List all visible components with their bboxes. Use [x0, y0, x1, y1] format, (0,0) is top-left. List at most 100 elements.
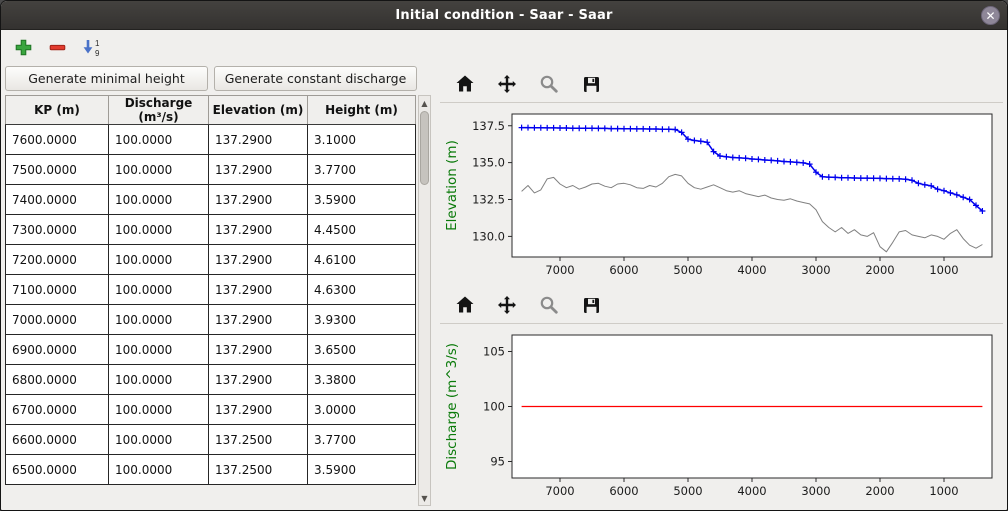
- table-cell[interactable]: 6800.0000: [6, 365, 109, 395]
- add-row-button[interactable]: [9, 34, 37, 62]
- svg-text:4000: 4000: [737, 484, 766, 498]
- table-cell[interactable]: 7000.0000: [6, 305, 109, 335]
- scroll-down-icon[interactable]: ▼: [419, 491, 430, 505]
- table-cell[interactable]: 100.0000: [109, 155, 209, 185]
- table-row[interactable]: 7500.0000100.0000137.29003.7700: [6, 155, 416, 185]
- table-cell[interactable]: 3.1000: [308, 125, 416, 155]
- generate-minimal-height-button[interactable]: Generate minimal height: [5, 66, 208, 91]
- table-row[interactable]: 7200.0000100.0000137.29004.6100: [6, 245, 416, 275]
- table-cell[interactable]: 7100.0000: [6, 275, 109, 305]
- table-cell[interactable]: 6700.0000: [6, 395, 109, 425]
- elevation-plot-section: 7000600050004000300020001000130.0132.513…: [440, 66, 1003, 287]
- table-cell[interactable]: 6600.0000: [6, 425, 109, 455]
- table-cell[interactable]: 100.0000: [109, 365, 209, 395]
- table-cell[interactable]: 7500.0000: [6, 155, 109, 185]
- pan-icon: [497, 295, 517, 315]
- table-cell[interactable]: 137.2900: [209, 365, 308, 395]
- home-button[interactable]: [452, 292, 478, 318]
- table-cell[interactable]: 7300.0000: [6, 215, 109, 245]
- scroll-up-icon[interactable]: ▲: [419, 96, 430, 110]
- table-cell[interactable]: 100.0000: [109, 425, 209, 455]
- table-cell[interactable]: 6500.0000: [6, 455, 109, 485]
- table-row[interactable]: 6800.0000100.0000137.29003.3800: [6, 365, 416, 395]
- save-button[interactable]: [578, 71, 604, 97]
- table-cell[interactable]: 137.2900: [209, 215, 308, 245]
- initial-condition-table: KP (m)Discharge (m³/s)Elevation (m)Heigh…: [5, 95, 416, 485]
- table-cell[interactable]: 137.2500: [209, 455, 308, 485]
- svg-text:3000: 3000: [801, 484, 830, 498]
- table-row[interactable]: 7300.0000100.0000137.29004.4500: [6, 215, 416, 245]
- svg-text:7000: 7000: [545, 484, 574, 498]
- table-cell[interactable]: 137.2900: [209, 305, 308, 335]
- table-cell[interactable]: 4.4500: [308, 215, 416, 245]
- table-cell[interactable]: 3.6500: [308, 335, 416, 365]
- table-row[interactable]: 6500.0000100.0000137.25003.5900: [6, 455, 416, 485]
- column-header[interactable]: Discharge (m³/s): [109, 96, 209, 125]
- column-header[interactable]: Height (m): [308, 96, 416, 125]
- home-button[interactable]: [452, 71, 478, 97]
- table-cell[interactable]: 100.0000: [109, 275, 209, 305]
- pan-button[interactable]: [494, 292, 520, 318]
- scrollbar-track[interactable]: [419, 110, 430, 491]
- svg-text:6000: 6000: [609, 263, 638, 277]
- table-cell[interactable]: 100.0000: [109, 185, 209, 215]
- column-header[interactable]: Elevation (m): [209, 96, 308, 125]
- table-cell[interactable]: 100.0000: [109, 455, 209, 485]
- table-row[interactable]: 7000.0000100.0000137.29003.9300: [6, 305, 416, 335]
- table-cell[interactable]: 7200.0000: [6, 245, 109, 275]
- discharge-plot-toolbar: [440, 287, 1003, 324]
- column-header[interactable]: KP (m): [6, 96, 109, 125]
- svg-text:105: 105: [483, 345, 505, 359]
- table-cell[interactable]: 4.6300: [308, 275, 416, 305]
- table-row[interactable]: 6900.0000100.0000137.29003.6500: [6, 335, 416, 365]
- table-row[interactable]: 6600.0000100.0000137.25003.7700: [6, 425, 416, 455]
- table-cell[interactable]: 3.9300: [308, 305, 416, 335]
- right-panel: 7000600050004000300020001000130.0132.513…: [434, 65, 1007, 510]
- generate-constant-discharge-button[interactable]: Generate constant discharge: [214, 66, 417, 91]
- pan-button[interactable]: [494, 71, 520, 97]
- table-cell[interactable]: 3.3800: [308, 365, 416, 395]
- table-cell[interactable]: 137.2900: [209, 185, 308, 215]
- table-cell[interactable]: 137.2900: [209, 395, 308, 425]
- table-cell[interactable]: 137.2900: [209, 335, 308, 365]
- table-cell[interactable]: 137.2900: [209, 245, 308, 275]
- table-row[interactable]: 7400.0000100.0000137.29003.5900: [6, 185, 416, 215]
- table-cell[interactable]: 100.0000: [109, 245, 209, 275]
- table-row[interactable]: 6700.0000100.0000137.29003.0000: [6, 395, 416, 425]
- table-cell[interactable]: 3.7700: [308, 425, 416, 455]
- table-cell[interactable]: 137.2900: [209, 275, 308, 305]
- table-cell[interactable]: 7400.0000: [6, 185, 109, 215]
- close-button[interactable]: ✕: [981, 6, 1000, 25]
- table-cell[interactable]: 3.0000: [308, 395, 416, 425]
- table-scrollbar[interactable]: ▲ ▼: [418, 95, 431, 506]
- app-window: Initial condition - Saar - Saar ✕ 1 9: [0, 0, 1008, 511]
- table-cell[interactable]: 137.2900: [209, 155, 308, 185]
- table-cell[interactable]: 100.0000: [109, 395, 209, 425]
- svg-text:100: 100: [483, 400, 505, 414]
- table-cell[interactable]: 137.2500: [209, 425, 308, 455]
- discharge-chart[interactable]: 700060005000400030002000100095100105Disc…: [440, 326, 1000, 506]
- sort-button[interactable]: 1 9: [77, 34, 105, 62]
- table-cell[interactable]: 6900.0000: [6, 335, 109, 365]
- svg-text:9: 9: [95, 49, 100, 58]
- table-row[interactable]: 7600.0000100.0000137.29003.1000: [6, 125, 416, 155]
- table-cell[interactable]: 7600.0000: [6, 125, 109, 155]
- scrollbar-thumb[interactable]: [420, 111, 429, 185]
- save-icon: [582, 75, 601, 94]
- table-cell[interactable]: 100.0000: [109, 335, 209, 365]
- elevation-chart[interactable]: 7000600050004000300020001000130.0132.513…: [440, 105, 1000, 285]
- save-button[interactable]: [578, 292, 604, 318]
- table-cell[interactable]: 100.0000: [109, 305, 209, 335]
- zoom-button[interactable]: [536, 292, 562, 318]
- table-row[interactable]: 7100.0000100.0000137.29004.6300: [6, 275, 416, 305]
- table-cell[interactable]: 3.5900: [308, 185, 416, 215]
- table-cell[interactable]: 100.0000: [109, 125, 209, 155]
- titlebar[interactable]: Initial condition - Saar - Saar ✕: [1, 1, 1007, 30]
- table-cell[interactable]: 3.5900: [308, 455, 416, 485]
- remove-row-button[interactable]: [43, 34, 71, 62]
- table-cell[interactable]: 137.2900: [209, 125, 308, 155]
- zoom-button[interactable]: [536, 71, 562, 97]
- table-cell[interactable]: 3.7700: [308, 155, 416, 185]
- table-cell[interactable]: 100.0000: [109, 215, 209, 245]
- table-cell[interactable]: 4.6100: [308, 245, 416, 275]
